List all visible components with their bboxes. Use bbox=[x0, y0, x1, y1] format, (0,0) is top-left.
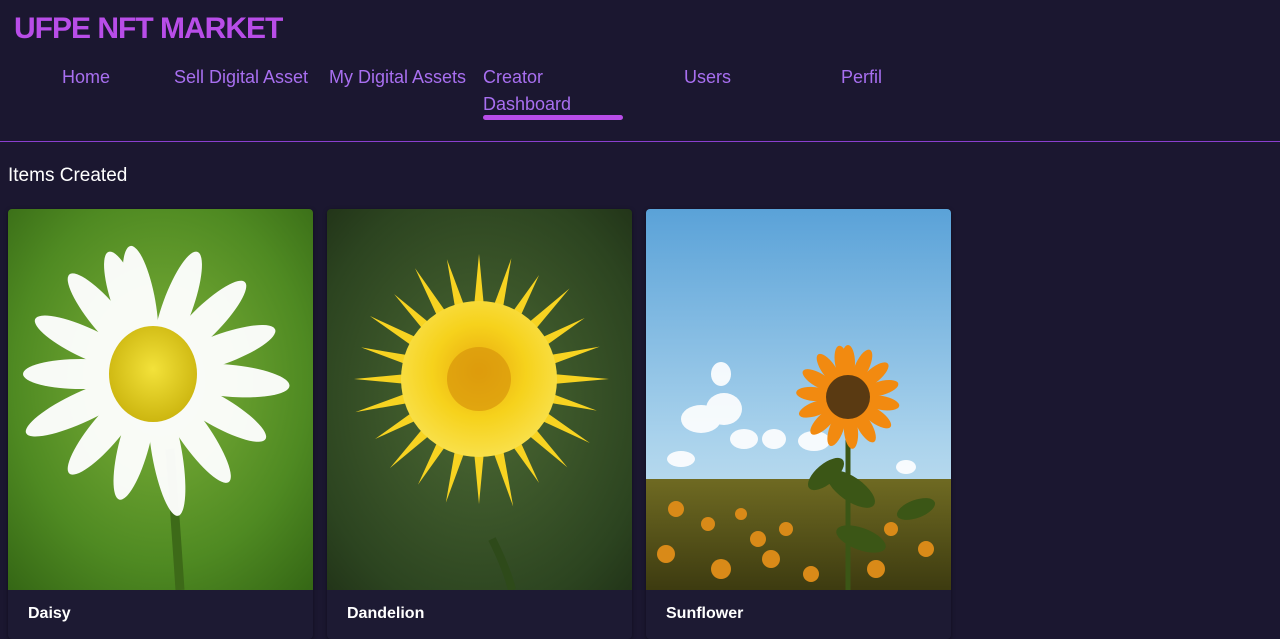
nav-item-creator-dashboard[interactable]: Creator Dashboard bbox=[483, 64, 624, 118]
dandelion-image bbox=[327, 209, 632, 590]
brand-title[interactable]: UFPE NFT MARKET bbox=[14, 12, 283, 46]
nav-item-sell-digital-asset[interactable]: Sell Digital Asset bbox=[174, 64, 308, 91]
nft-card-daisy[interactable]: Daisy bbox=[8, 209, 313, 639]
card-title: Dandelion bbox=[347, 605, 425, 622]
active-nav-indicator bbox=[483, 115, 623, 120]
card-title: Sunflower bbox=[666, 605, 744, 622]
nav-item-users[interactable]: Users bbox=[684, 64, 731, 91]
nav-item-my-digital-assets[interactable]: My Digital Assets bbox=[329, 64, 466, 91]
nft-card-sunflower[interactable]: Sunflower bbox=[646, 209, 951, 639]
header-divider bbox=[0, 141, 1280, 142]
nft-card-dandelion[interactable]: Dandelion bbox=[327, 209, 632, 639]
nav-item-perfil[interactable]: Perfil bbox=[841, 64, 882, 91]
sunflower-image bbox=[646, 209, 951, 590]
section-title: Items Created bbox=[8, 165, 128, 186]
daisy-image bbox=[8, 209, 313, 590]
card-title: Daisy bbox=[28, 605, 71, 622]
nav-item-home[interactable]: Home bbox=[62, 64, 110, 91]
